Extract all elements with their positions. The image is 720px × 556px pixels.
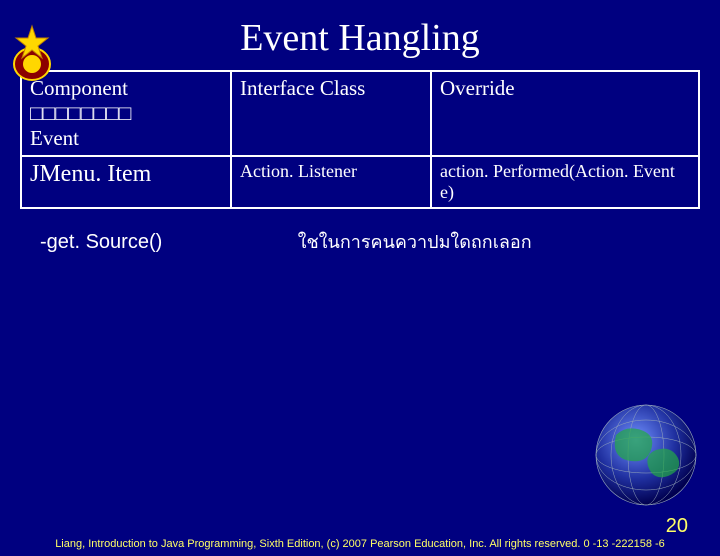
slide-logo [8, 24, 56, 89]
table-header-override: Override [431, 71, 699, 156]
cell-component: JMenu. Item [21, 156, 231, 208]
slide-title: Event Hangling [0, 16, 720, 60]
cell-override: action. Performed(Action. Event e) [431, 156, 699, 208]
note-method: -get. Source() [40, 231, 162, 253]
note-row: -get. Source() ใชในการคนควาปมใดถกเลอก [40, 227, 720, 256]
cell-interface: Action. Listener [231, 156, 431, 208]
page-number: 20 [666, 515, 688, 538]
globe-graphic [586, 395, 706, 520]
note-description: ใชในการคนควาปมใดถกเลอก [298, 232, 532, 252]
event-table: Component □□□□□□□□ Event Interface Class… [20, 70, 700, 209]
table-row: JMenu. Item Action. Listener action. Per… [21, 156, 699, 208]
table-header-interface: Interface Class [231, 71, 431, 156]
